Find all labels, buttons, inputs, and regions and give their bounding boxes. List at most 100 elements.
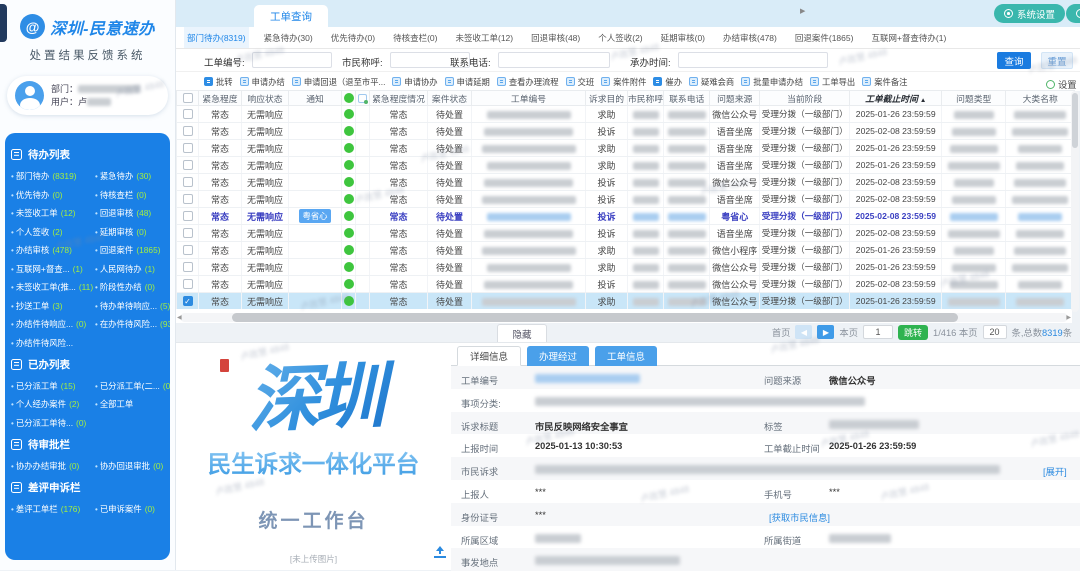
detail-tab[interactable]: 办理经过	[527, 346, 589, 366]
sidebar-item[interactable]: •优先待办(0)	[11, 189, 95, 201]
toolbar-button[interactable]: 催办	[653, 76, 682, 88]
toolbar-button[interactable]: 申请协办	[392, 76, 437, 88]
sidebar-item[interactable]: •个人经办案件(2)	[11, 398, 95, 410]
vertical-scrollbar[interactable]	[1071, 91, 1079, 312]
tab-item[interactable]: 紧急待办(30)	[261, 27, 316, 48]
sidebar-item[interactable]: •已申诉案件(0)	[95, 503, 166, 515]
toolbar-button[interactable]: 案件附件	[601, 76, 646, 88]
sidebar-item[interactable]: •人民网待办(1)	[95, 263, 170, 275]
sidebar-item[interactable]: •办结件待风险...	[11, 337, 95, 349]
tab-item[interactable]: 办结审核(478)	[720, 27, 780, 48]
sidebar-item[interactable]: •办结审核(478)	[11, 244, 95, 256]
toolbar-button[interactable]: 查看办理流程	[497, 76, 559, 88]
tab-item[interactable]: 回退案件(1865)	[792, 27, 857, 48]
toolbar-button[interactable]: 申请办结	[240, 76, 285, 88]
search-field-input[interactable]	[252, 52, 332, 68]
sidebar-item[interactable]: •待办单待响应...(5)	[95, 300, 170, 312]
sidebar-item[interactable]: •个人签收(2)	[11, 226, 95, 238]
sidebar-item[interactable]: •已分派工单待...(0)	[11, 417, 95, 429]
row-checkbox[interactable]	[183, 279, 193, 289]
sidebar-item[interactable]: •已分派工单(15)	[11, 380, 95, 392]
toolbar-button[interactable]: 疑难会商	[689, 76, 734, 88]
toolbar-button[interactable]: 交班	[566, 76, 595, 88]
tab-item[interactable]: 延期审核(0)	[658, 27, 708, 48]
sidebar-item[interactable]: •在办件待风险...(93)	[95, 318, 170, 330]
table-row[interactable]: 常态无需响应粤省心常态待处置投诉粤省心受理分拨（一级部门）2025-02-08 …	[177, 208, 1075, 225]
toolbar-button[interactable]: 申请延期	[445, 76, 490, 88]
sidebar-item[interactable]: •阶段性办结(0)	[95, 281, 170, 293]
table-row[interactable]: 常态无需响应常态待处置投诉微信公众号受理分拨（一级部门）2025-02-08 2…	[177, 276, 1075, 293]
row-checkbox[interactable]: ✓	[183, 296, 193, 306]
sidebar-item[interactable]: •待核查栏(0)	[95, 189, 170, 201]
row-checkbox[interactable]	[183, 194, 193, 204]
tab-item[interactable]: 优先待办(0)	[328, 27, 378, 48]
upload-icon[interactable]	[434, 546, 446, 558]
toolbar-button[interactable]: 批转	[204, 76, 233, 88]
reset-button[interactable]: 重置	[1041, 52, 1073, 69]
system-settings-button[interactable]: 系统设置	[994, 4, 1065, 23]
table-row[interactable]: 常态无需响应常态待处置求助语音坐席受理分拨（一级部门）2025-01-26 23…	[177, 140, 1075, 157]
sidebar-item[interactable]: •回退案件(1865)	[95, 244, 170, 256]
sidebar-item[interactable]: •抄送工单(3)	[11, 300, 95, 312]
query-button[interactable]: 查询	[997, 52, 1031, 69]
sidebar-item[interactable]: •紧急待办(30)	[95, 170, 170, 182]
logout-button[interactable]: 退出	[1066, 4, 1080, 23]
sidebar-item[interactable]: •未签收工单(12)	[11, 207, 95, 219]
table-row[interactable]: 常态无需响应常态待处置投诉语音坐席受理分拨（一级部门）2025-02-08 23…	[177, 191, 1075, 208]
table-row[interactable]: 常态无需响应常态待处置求助语音坐席受理分拨（一级部门）2025-01-26 23…	[177, 157, 1075, 174]
fetch-citizen-info-link[interactable]: [获取市民信息]	[769, 510, 830, 524]
hide-panel-tab[interactable]: 隐藏	[497, 324, 547, 343]
sidebar-item[interactable]: •差评工单栏(176)	[11, 503, 95, 515]
row-checkbox[interactable]	[183, 262, 193, 272]
row-checkbox[interactable]	[183, 143, 193, 153]
detail-tab[interactable]: 工单信息	[595, 346, 657, 366]
toolbar-button[interactable]: 工单导出	[810, 76, 855, 88]
sidebar-item[interactable]: •协办办结审批(0)	[11, 460, 95, 472]
tab-item[interactable]: 互联网+督查待办(1)	[868, 27, 949, 48]
row-checkbox[interactable]	[183, 160, 193, 170]
detail-tab[interactable]: 详细信息	[457, 346, 521, 366]
row-checkbox[interactable]	[183, 211, 193, 221]
search-field-input[interactable]	[498, 52, 610, 68]
horizontal-scrollbar[interactable]: ◀▶	[180, 313, 1068, 322]
sidebar-item[interactable]: •全部工单	[95, 398, 170, 410]
tab-item[interactable]: 未签收工单(12)	[452, 27, 516, 48]
select-all-checkbox[interactable]	[183, 93, 193, 103]
table-row[interactable]: 常态无需响应常态待处置求助微信公众号受理分拨（一级部门）2025-01-26 2…	[177, 106, 1075, 123]
table-row[interactable]: 常态无需响应常态待处置求助微信公众号受理分拨（一级部门）2025-01-26 2…	[177, 259, 1075, 276]
page-tab[interactable]: 工单查询	[254, 5, 328, 27]
tab-item[interactable]: 个人签收(2)	[595, 27, 645, 48]
sidebar-item[interactable]: •部门待办(8319)	[11, 170, 95, 182]
sidebar-item[interactable]: •回退审核(48)	[95, 207, 170, 219]
prev-page-button[interactable]: ◀	[795, 325, 812, 339]
sidebar-item[interactable]: •协办回退审批(0)	[95, 460, 166, 472]
toolbar-button[interactable]: 申请回退（退至市平...	[292, 76, 386, 88]
tabs-scroll-right-icon[interactable]: ▶	[800, 7, 805, 15]
sidebar-item[interactable]: •已分派工单(二...(0)	[95, 380, 170, 392]
table-row[interactable]: 常态无需响应常态待处置投诉微信公众号受理分拨（一级部门）2025-02-08 2…	[177, 174, 1075, 191]
search-field-input[interactable]	[678, 52, 828, 68]
table-row[interactable]: ✓常态无需响应常态待处置求助微信公众号受理分拨（一级部门）2025-01-26 …	[177, 293, 1075, 310]
table-row[interactable]: 常态无需响应常态待处置投诉语音坐席受理分拨（一级部门）2025-02-08 23…	[177, 225, 1075, 242]
row-checkbox[interactable]	[183, 109, 193, 119]
table-settings-button[interactable]: 设置	[1046, 77, 1077, 91]
next-page-button[interactable]: ▶	[817, 325, 834, 339]
row-checkbox[interactable]	[183, 245, 193, 255]
toolbar-button[interactable]: 案件备注	[862, 76, 907, 88]
row-checkbox[interactable]	[183, 177, 193, 187]
table-row[interactable]: 常态无需响应常态待处置投诉语音坐席受理分拨（一级部门）2025-02-08 23…	[177, 123, 1075, 140]
sidebar-item[interactable]: •延期审核(0)	[95, 226, 170, 238]
tab-item[interactable]: 回退审核(48)	[528, 27, 583, 48]
toolbar-button[interactable]: 批量申请办结	[741, 76, 803, 88]
page-size-input[interactable]: 20	[983, 325, 1007, 339]
tab-item[interactable]: 待核查栏(0)	[390, 27, 440, 48]
jump-button[interactable]: 跳转	[898, 325, 928, 340]
first-page-label[interactable]: 首页	[772, 325, 791, 339]
table-row[interactable]: 常态无需响应常态待处置求助微信小程序受理分拨（一级部门）2025-01-26 2…	[177, 242, 1075, 259]
page-input[interactable]: 1	[863, 325, 893, 339]
row-checkbox[interactable]	[183, 126, 193, 136]
tab-item[interactable]: 部门待办(8319)	[184, 27, 249, 48]
sidebar-item[interactable]: •办结件待响应...(0)	[11, 318, 95, 330]
sidebar-item[interactable]: •互联网+督查...(1)	[11, 263, 95, 275]
sidebar-item[interactable]: •未签收工单(推...(11)	[11, 281, 95, 293]
